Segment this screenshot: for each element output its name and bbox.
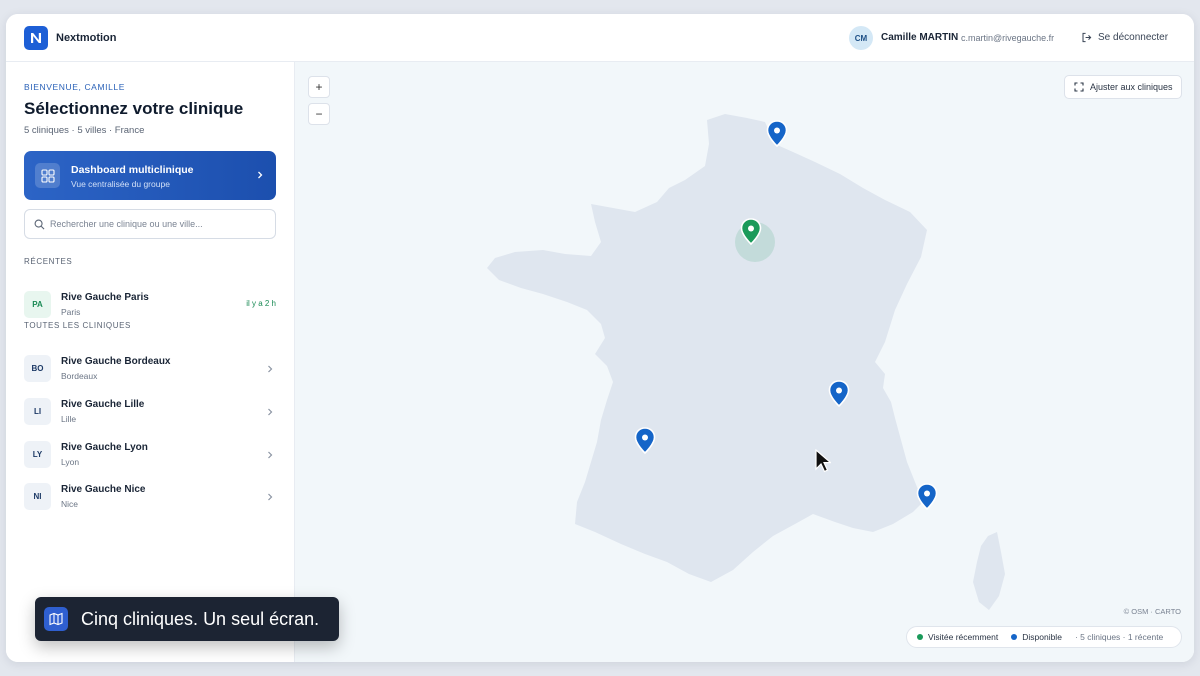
clinic-item-lyon[interactable]: LY Rive Gauche Lyon Lyon bbox=[24, 437, 276, 473]
france-mainland bbox=[487, 114, 927, 582]
legend-visited: Visitée récemment bbox=[928, 632, 999, 642]
map-attribution: © OSM · CARTO bbox=[1123, 607, 1181, 616]
clinic-map[interactable]: + − Ajuster aux cliniques © OSM · CARTO … bbox=[295, 62, 1194, 662]
dashboard-subtitle: Vue centralisée du groupe bbox=[71, 179, 170, 189]
clinic-last-visit: il y a 2 h bbox=[246, 299, 276, 308]
clinic-badge: LI bbox=[24, 398, 51, 425]
logout-label: Se déconnecter bbox=[1098, 31, 1169, 43]
visited-dot-icon bbox=[917, 634, 923, 640]
search-box[interactable] bbox=[24, 209, 276, 239]
clinic-item-paris[interactable]: PA Rive Gauche Paris Paris il y a 2 h bbox=[24, 287, 276, 323]
clinic-badge: NI bbox=[24, 483, 51, 510]
map-pin-nice[interactable] bbox=[916, 483, 938, 511]
clinic-name: Rive Gauche Paris bbox=[61, 292, 149, 303]
chevron-right-icon bbox=[258, 171, 263, 179]
clinic-name: Rive Gauche Lyon bbox=[61, 442, 148, 453]
clinic-item-lille[interactable]: LI Rive Gauche Lille Lille bbox=[24, 394, 276, 430]
map-pin-lille[interactable] bbox=[766, 120, 788, 148]
map-icon bbox=[44, 607, 68, 631]
fit-to-clinics-button[interactable]: Ajuster aux cliniques bbox=[1064, 75, 1182, 99]
search-icon bbox=[34, 219, 45, 230]
fit-bounds-icon bbox=[1074, 82, 1084, 92]
user-name: Camille MARTIN bbox=[881, 32, 959, 43]
top-bar: Nextmotion CM Camille MARTIN c.martin@ri… bbox=[6, 14, 1194, 62]
user-email: c.martin@rivegauche.fr bbox=[961, 33, 1055, 43]
welcome-text: BIENVENUE, CAMILLE bbox=[24, 82, 126, 92]
map-pin-lyon[interactable] bbox=[828, 380, 850, 408]
chevron-right-icon bbox=[268, 365, 273, 373]
page-subtitle: 5 cliniques · 5 villes · France bbox=[24, 125, 145, 136]
recent-section-label: RÉCENTES bbox=[24, 257, 73, 266]
zoom-out-button[interactable]: − bbox=[308, 103, 330, 125]
fit-label: Ajuster aux cliniques bbox=[1090, 82, 1173, 92]
chevron-right-icon bbox=[268, 408, 273, 416]
clinic-name: Rive Gauche Bordeaux bbox=[61, 356, 171, 367]
clinic-city: Nice bbox=[61, 499, 79, 509]
clinic-city: Lyon bbox=[61, 457, 80, 467]
clinic-city: Bordeaux bbox=[61, 371, 98, 381]
clinic-item-bordeaux[interactable]: BO Rive Gauche Bordeaux Bordeaux bbox=[24, 351, 276, 387]
clinic-city: Lille bbox=[61, 414, 77, 424]
map-pin-bordeaux[interactable] bbox=[634, 427, 656, 455]
nextmotion-logo[interactable] bbox=[24, 26, 48, 50]
chevron-right-icon bbox=[268, 493, 273, 501]
legend-available: Disponible bbox=[1022, 632, 1062, 642]
clinic-sidebar: BIENVENUE, CAMILLE Sélectionnez votre cl… bbox=[6, 62, 295, 662]
legend-count: · 5 cliniques · 1 récente bbox=[1074, 632, 1164, 642]
france-map-shape bbox=[487, 114, 1005, 610]
map-legend: Visitée récemment Disponible · 5 cliniqu… bbox=[906, 626, 1182, 648]
clinic-city: Paris bbox=[61, 307, 81, 317]
zoom-in-button[interactable]: + bbox=[308, 76, 330, 98]
brand-name: Nextmotion bbox=[56, 32, 117, 44]
clinic-badge: LY bbox=[24, 441, 51, 468]
dashboard-title: Dashboard multiclinique bbox=[71, 164, 194, 176]
all-clinics-section-label: TOUTES LES CLINIQUES bbox=[24, 321, 131, 330]
logout-button[interactable]: Se déconnecter bbox=[1081, 27, 1168, 47]
clinic-name: Rive Gauche Lille bbox=[61, 399, 145, 410]
page-title: Sélectionnez votre clinique bbox=[24, 99, 244, 118]
logo-n-icon bbox=[31, 33, 41, 43]
available-dot-icon bbox=[1011, 634, 1018, 640]
clinic-item-nice[interactable]: NI Rive Gauche Nice Nice bbox=[24, 479, 276, 515]
map-pin-paris[interactable] bbox=[740, 218, 762, 246]
user-avatar[interactable]: CM bbox=[849, 26, 873, 50]
clinic-badge: PA bbox=[24, 291, 51, 318]
mouse-cursor-icon bbox=[815, 449, 831, 473]
clinic-name: Rive Gauche Nice bbox=[61, 484, 146, 495]
grid-icon bbox=[35, 163, 60, 188]
corsica bbox=[973, 532, 1005, 610]
toast-text: Cinq cliniques. Un seul écran. bbox=[81, 609, 320, 629]
clinic-badge: BO bbox=[24, 355, 51, 382]
app-window: Nextmotion CM Camille MARTIN c.martin@ri… bbox=[6, 14, 1194, 662]
logout-icon bbox=[1082, 32, 1092, 42]
dashboard-multiclinique-button[interactable]: Dashboard multiclinique Vue centralisée … bbox=[24, 151, 276, 200]
chevron-right-icon bbox=[268, 451, 273, 459]
search-input[interactable] bbox=[50, 210, 270, 238]
caption-toast: Cinq cliniques. Un seul écran. bbox=[35, 597, 339, 641]
